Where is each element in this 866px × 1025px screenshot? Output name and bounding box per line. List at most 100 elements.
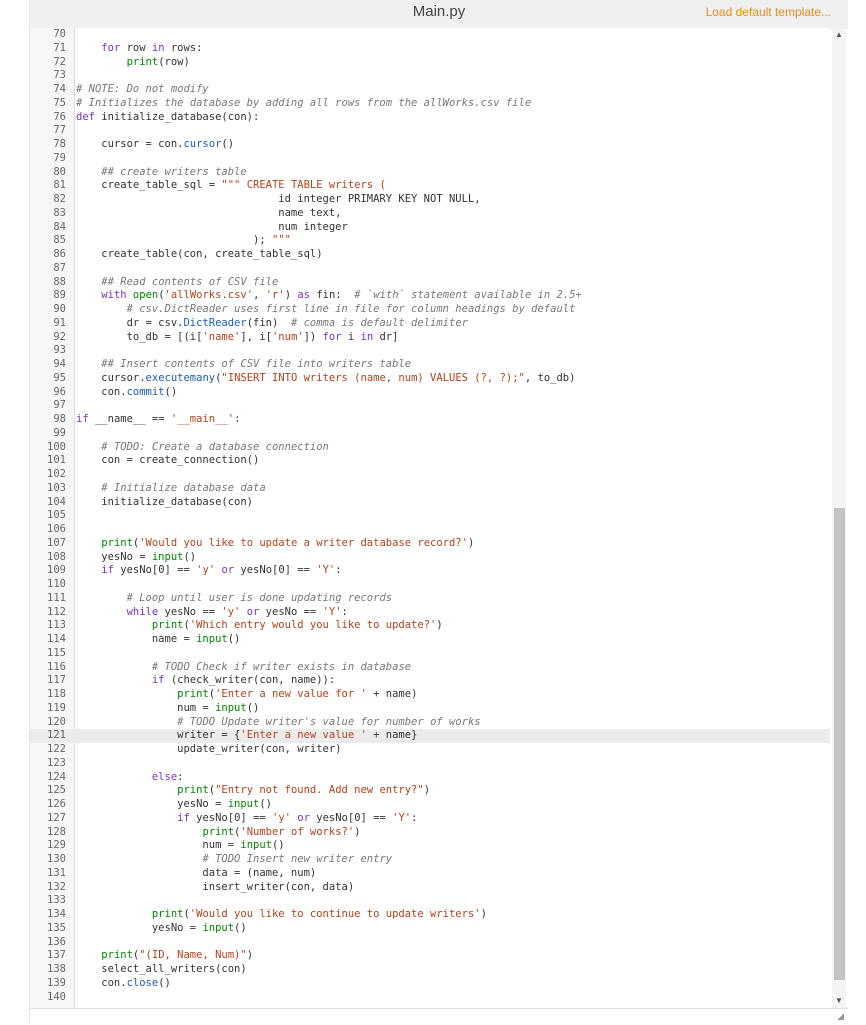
code-text[interactable]: while yesNo == 'y' or yesNo == 'Y':: [76, 606, 348, 620]
code-text[interactable]: if (check_writer(con, name)):: [76, 674, 335, 688]
code-line[interactable]: 80 ## create writers table: [30, 166, 830, 180]
code-line[interactable]: 88 ## Read contents of CSV file: [30, 276, 830, 290]
code-line[interactable]: 84 num integer: [30, 221, 830, 235]
code-line[interactable]: 96 con.commit(): [30, 386, 830, 400]
code-line[interactable]: 83 name text,: [30, 207, 830, 221]
code-line[interactable]: 89 with open('allWorks.csv', 'r') as fin…: [30, 289, 830, 303]
code-line[interactable]: 94 ## Insert contents of CSV file into w…: [30, 358, 830, 372]
code-line[interactable]: 81 create_table_sql = """ CREATE TABLE w…: [30, 179, 830, 193]
code-text[interactable]: print('Which entry would you like to upd…: [76, 619, 443, 633]
code-line[interactable]: 122 update_writer(con, writer): [30, 743, 830, 757]
code-line[interactable]: 108 yesNo = input(): [30, 551, 830, 565]
scrollbar-thumb[interactable]: [834, 508, 845, 980]
code-text[interactable]: for row in rows:: [76, 42, 202, 56]
code-text[interactable]: dr = csv.DictReader(fin) # comma is defa…: [76, 317, 468, 331]
code-text[interactable]: ); """: [76, 234, 291, 248]
code-line[interactable]: 130 # TODO Insert new writer entry: [30, 853, 830, 867]
code-line[interactable]: 124 else:: [30, 771, 830, 785]
code-text[interactable]: select_all_writers(con): [76, 963, 246, 977]
code-line[interactable]: 75 # Initializes the database by adding a…: [30, 97, 830, 111]
code-line[interactable]: 125 print("Entry not found. Add new entr…: [30, 784, 830, 798]
code-text[interactable]: # TODO Update writer's value for number …: [76, 716, 480, 730]
code-line[interactable]: 74 # NOTE: Do not modify: [30, 83, 830, 97]
code-line[interactable]: 133: [30, 894, 830, 908]
code-line[interactable]: 87: [30, 262, 830, 276]
code-line[interactable]: 85 ); """: [30, 234, 830, 248]
load-default-template-link[interactable]: Load default template...: [706, 5, 831, 19]
code-text[interactable]: con.commit(): [76, 386, 177, 400]
code-text[interactable]: print('Number of works?'): [76, 826, 360, 840]
code-text[interactable]: # Initializes the database by adding all…: [76, 97, 531, 111]
code-text[interactable]: def initialize_database(con):: [76, 111, 259, 125]
code-text[interactable]: yesNo = input(): [76, 798, 272, 812]
code-line[interactable]: 73: [30, 69, 830, 83]
code-text[interactable]: # csv.DictReader uses first line in file…: [76, 303, 576, 317]
code-line[interactable]: 97: [30, 399, 830, 413]
code-text[interactable]: name = input(): [76, 633, 241, 647]
code-line[interactable]: 93: [30, 344, 830, 358]
code-text[interactable]: else:: [76, 771, 184, 785]
code-text[interactable]: print('Would you like to continue to upd…: [76, 908, 487, 922]
code-line[interactable]: 78 cursor = con.cursor(): [30, 138, 830, 152]
code-line[interactable]: 105: [30, 509, 830, 523]
code-line[interactable]: 106: [30, 523, 830, 537]
code-line[interactable]: 77: [30, 124, 830, 138]
code-line[interactable]: 103 # Initialize database data: [30, 482, 830, 496]
scroll-down-arrow-icon[interactable]: ▼: [832, 994, 846, 1008]
code-text[interactable]: num = input(): [76, 702, 259, 716]
code-line[interactable]: 82 id integer PRIMARY KEY NOT NULL,: [30, 193, 830, 207]
code-line[interactable]: 126 yesNo = input(): [30, 798, 830, 812]
code-line[interactable]: 117 if (check_writer(con, name)):: [30, 674, 830, 688]
code-line[interactable]: 131 data = (name, num): [30, 867, 830, 881]
code-line[interactable]: 90 # csv.DictReader uses first line in f…: [30, 303, 830, 317]
code-text[interactable]: con = create_connection(): [76, 454, 259, 468]
code-line[interactable]: 118 print('Enter a new value for ' + nam…: [30, 688, 830, 702]
code-line[interactable]: 132 insert_writer(con, data): [30, 881, 830, 895]
code-text[interactable]: print("Entry not found. Add new entry?"): [76, 784, 430, 798]
code-text[interactable]: con.close(): [76, 977, 171, 991]
code-text[interactable]: initialize_database(con): [76, 496, 253, 510]
code-text[interactable]: yesNo = input(): [76, 922, 247, 936]
code-text[interactable]: # TODO Insert new writer entry: [76, 853, 392, 867]
code-line[interactable]: 134 print('Would you like to continue to…: [30, 908, 830, 922]
code-line[interactable]: 76 def initialize_database(con):: [30, 111, 830, 125]
code-text[interactable]: with open('allWorks.csv', 'r') as fin: #…: [76, 289, 582, 303]
code-line[interactable]: 72 print(row): [30, 56, 830, 70]
code-text[interactable]: to_db = [(i['name'], i['num']) for i in …: [76, 331, 399, 345]
code-line[interactable]: 79: [30, 152, 830, 166]
code-text[interactable]: print(row): [76, 56, 190, 70]
code-text[interactable]: # TODO Check if writer exists in databas…: [76, 661, 411, 675]
code-text[interactable]: print('Enter a new value for ' + name): [76, 688, 417, 702]
code-text[interactable]: num = input(): [76, 839, 284, 853]
code-text[interactable]: writer = {'Enter a new value ' + name}: [76, 729, 417, 743]
code-line[interactable]: 111 # Loop until user is done updating r…: [30, 592, 830, 606]
code-line[interactable]: 95 cursor.executemany("INSERT INTO write…: [30, 372, 830, 386]
code-line[interactable]: 123: [30, 757, 830, 771]
code-line[interactable]: 98 if __name__ == '__main__':: [30, 413, 830, 427]
code-line[interactable]: 71 for row in rows:: [30, 42, 830, 56]
code-text[interactable]: if yesNo[0] == 'y' or yesNo[0] == 'Y':: [76, 812, 417, 826]
code-line[interactable]: 116 # TODO Check if writer exists in dat…: [30, 661, 830, 675]
code-line[interactable]: 70: [30, 28, 830, 42]
code-line[interactable]: 128 print('Number of works?'): [30, 826, 830, 840]
code-text[interactable]: ## create writers table: [76, 166, 246, 180]
code-text[interactable]: ## Read contents of CSV file: [76, 276, 278, 290]
code-line[interactable]: 110: [30, 578, 830, 592]
code-line[interactable]: 112 while yesNo == 'y' or yesNo == 'Y':: [30, 606, 830, 620]
code-text[interactable]: data = (name, num): [76, 867, 316, 881]
code-text[interactable]: create_table(con, create_table_sql): [76, 248, 322, 262]
code-line[interactable]: 113 print('Which entry would you like to…: [30, 619, 830, 633]
code-text[interactable]: cursor.executemany("INSERT INTO writers …: [76, 372, 575, 386]
code-text[interactable]: # TODO: Create a database connection: [76, 441, 329, 455]
code-line[interactable]: 100 # TODO: Create a database connection: [30, 441, 830, 455]
code-line[interactable]: 99: [30, 427, 830, 441]
code-line[interactable]: 135 yesNo = input(): [30, 922, 830, 936]
resize-handle-icon[interactable]: ◢: [837, 1011, 844, 1022]
code-line[interactable]: 109 if yesNo[0] == 'y' or yesNo[0] == 'Y…: [30, 564, 830, 578]
code-line[interactable]: 101 con = create_connection(): [30, 454, 830, 468]
code-line[interactable]: 121 writer = {'Enter a new value ' + nam…: [30, 729, 830, 743]
code-text[interactable]: id integer PRIMARY KEY NOT NULL,: [76, 193, 480, 207]
code-text[interactable]: ## Insert contents of CSV file into writ…: [76, 358, 411, 372]
code-text[interactable]: insert_writer(con, data): [76, 881, 354, 895]
code-line[interactable]: 107 print('Would you like to update a wr…: [30, 537, 830, 551]
